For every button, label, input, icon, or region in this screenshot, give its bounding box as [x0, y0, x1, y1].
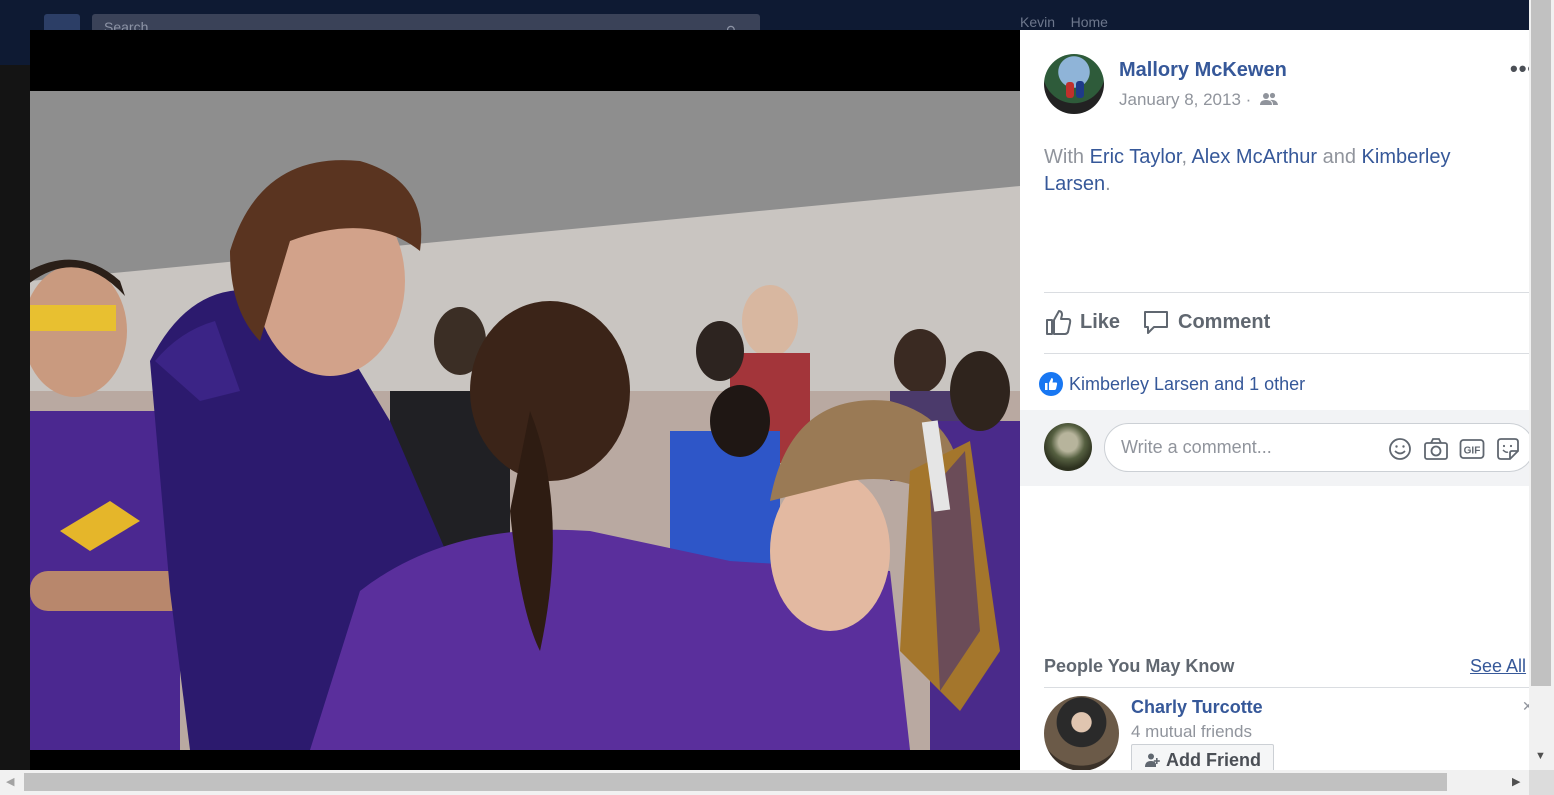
- author-name[interactable]: Mallory McKewen: [1119, 59, 1287, 82]
- scroll-right-arrow-icon[interactable]: ▶: [1512, 775, 1520, 788]
- avatar-figure: [1076, 81, 1084, 98]
- divider: [1044, 687, 1529, 688]
- current-user-avatar[interactable]: [1044, 423, 1092, 471]
- camera-icon[interactable]: [1423, 436, 1449, 462]
- comment-button[interactable]: Comment: [1142, 308, 1270, 336]
- reactions-summary[interactable]: Kimberley Larsen and 1 other: [1039, 372, 1305, 396]
- photo-viewer[interactable]: [30, 30, 1020, 770]
- add-friend-icon: [1145, 753, 1160, 767]
- post-side-panel: Mallory McKewen January 8, 2013 · ••• Wi…: [1020, 30, 1529, 770]
- suggestion-name[interactable]: Charly Turcotte: [1131, 697, 1263, 718]
- comment-composer: GIF: [1020, 410, 1529, 486]
- tagged-person-link[interactable]: Alex McArthur: [1191, 146, 1317, 168]
- suggestion-mutual-friends[interactable]: 4 mutual friends: [1131, 722, 1252, 742]
- comment-input-box[interactable]: GIF: [1104, 423, 1529, 472]
- top-bar-user[interactable]: Kevin Home: [1020, 14, 1108, 30]
- avatar-figure: [1066, 82, 1074, 98]
- comment-input[interactable]: [1119, 436, 1373, 459]
- horizontal-scrollbar-thumb[interactable]: [24, 773, 1447, 791]
- emoji-icon[interactable]: [1387, 436, 1413, 462]
- gif-label: GIF: [1464, 446, 1481, 457]
- sticker-icon[interactable]: [1495, 436, 1521, 462]
- see-all-link[interactable]: See All: [1470, 656, 1526, 677]
- photo-image: [30, 91, 1020, 750]
- scrollbar-corner: [1529, 770, 1554, 795]
- divider: [1044, 353, 1529, 354]
- dismiss-suggestion-icon[interactable]: ✕: [1522, 698, 1529, 715]
- like-button[interactable]: Like: [1044, 308, 1120, 336]
- divider: [1044, 292, 1529, 293]
- scroll-left-arrow-icon[interactable]: ◀: [6, 775, 14, 788]
- thumbs-up-icon: [1046, 310, 1072, 335]
- vertical-scrollbar-thumb[interactable]: [1531, 0, 1551, 686]
- scroll-down-arrow-icon[interactable]: ▼: [1535, 750, 1546, 762]
- post-date-text[interactable]: January 8, 2013: [1119, 90, 1241, 109]
- comment-bubble-icon: [1144, 311, 1168, 334]
- author-avatar[interactable]: [1044, 54, 1104, 114]
- tagged-person-link[interactable]: Eric Taylor: [1090, 146, 1182, 168]
- suggestion-avatar[interactable]: [1044, 696, 1119, 770]
- add-friend-button[interactable]: Add Friend: [1131, 744, 1274, 770]
- tagged-people-text: With Eric Taylor, Alex McArthur and Kimb…: [1044, 146, 1451, 195]
- pymk-title: People You May Know: [1044, 656, 1235, 676]
- gif-icon[interactable]: GIF: [1459, 436, 1485, 462]
- like-reaction-icon: [1039, 372, 1063, 396]
- friends-icon[interactable]: [1260, 91, 1279, 111]
- ellipsis-icon[interactable]: •••: [1510, 56, 1529, 82]
- post-photo[interactable]: [30, 91, 1020, 750]
- post-date: January 8, 2013 ·: [1119, 90, 1279, 111]
